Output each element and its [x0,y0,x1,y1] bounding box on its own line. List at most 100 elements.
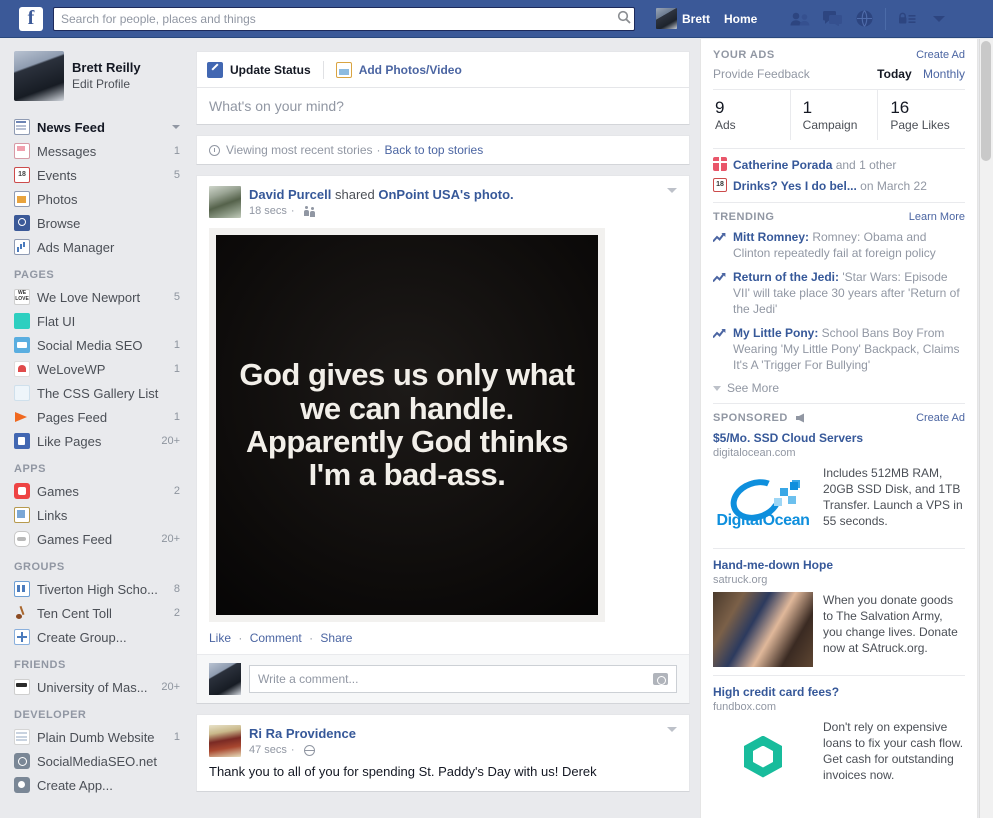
sponsored-ad-digitalocean[interactable]: $5/Mo. SSD Cloud Servers digitalocean.co… [713,430,965,540]
sidebar-item-games-feed[interactable]: Games Feed 20+ [0,527,190,551]
sidebar-item-photos[interactable]: Photos [0,187,190,211]
sidebar-profile[interactable]: Brett Reilly Edit Profile [0,51,190,101]
action-separator: · [309,631,314,645]
edit-profile-link[interactable]: Edit Profile [72,76,141,92]
sidebar-item-social-media-seo[interactable]: Social Media SEO 1 [0,333,190,357]
search-icon[interactable] [615,10,633,28]
period-today[interactable]: Today [877,67,911,81]
trending-topic[interactable]: Mitt Romney: [733,230,809,244]
messages-icon[interactable] [817,6,847,32]
sidebar-item-ads-manager[interactable]: Ads Manager [0,235,190,259]
notification-name[interactable]: Catherine Porada [733,158,832,172]
page-flat-ui-icon [14,313,30,329]
sidebar-item-welovewp[interactable]: WeLoveWP 1 [0,357,190,381]
scrollbar-thumb[interactable] [981,41,991,161]
post-timestamp[interactable]: 47 secs [249,744,287,756]
trending-topic[interactable]: Return of the Jedi: [733,270,839,284]
friends-audience-icon[interactable] [303,205,316,217]
sidebar-item-games[interactable]: Games 2 [0,479,190,503]
divider [713,675,965,676]
ad-title[interactable]: Hand-me-down Hope [713,557,965,573]
sidebar-item-create-app[interactable]: Create App... [0,773,190,797]
sidebar-item-create-group[interactable]: Create Group... [0,625,190,649]
account-menu-caret-icon[interactable] [924,6,954,32]
sidebar-item-css-gallery-list[interactable]: The CSS Gallery List [0,381,190,405]
ads-manager-icon [14,239,30,255]
sidebar-item-label: Links [37,507,68,523]
nav-home-link[interactable]: Home [717,6,764,32]
post-photo-container[interactable]: God gives us only what we can handle. Ap… [197,222,689,622]
sponsored-ad-salvation-army[interactable]: Hand-me-down Hope satruck.org When you d… [713,557,965,667]
ad-title[interactable]: $5/Mo. SSD Cloud Servers [713,430,965,446]
nav-profile-link[interactable]: Brett [649,6,717,32]
avatar[interactable] [209,725,241,757]
create-ad-link[interactable]: Create Ad [916,412,965,424]
sidebar-item-like-pages[interactable]: Like Pages 20+ [0,429,190,453]
action-separator: · [238,631,243,645]
chevron-down-icon[interactable] [172,125,180,129]
sidebar-item-tiverton-high-school[interactable]: Tiverton High Scho... 8 [0,577,190,601]
see-more-link[interactable]: See More [713,381,965,395]
avatar[interactable] [209,186,241,218]
post-options-caret-icon[interactable] [667,188,677,193]
sidebar-item-university-of-mass[interactable]: University of Mas... 20+ [0,675,190,699]
sidebar-item-socialmediaseo-net[interactable]: SocialMediaSEO.net [0,749,190,773]
salvation-army-photo[interactable] [713,592,813,667]
share-link[interactable]: Share [320,631,352,645]
ad-title[interactable]: High credit card fees? [713,684,965,700]
privacy-lock-glyph [899,12,916,24]
sidebar-item-we-love-newport[interactable]: WE LOVE We Love Newport 5 [0,285,190,309]
composer-input-area[interactable]: What's on your mind? [197,88,689,124]
learn-more-link[interactable]: Learn More [909,211,965,223]
post-target-link[interactable]: OnPoint USA's photo. [378,187,513,202]
trending-item[interactable]: Mitt Romney: Romney: Obama and Clinton r… [712,229,965,261]
post-photo[interactable]: God gives us only what we can handle. Ap… [209,228,605,622]
photos-icon [14,191,30,207]
public-globe-icon[interactable] [303,744,315,756]
notification-event[interactable]: 18 Drinks? Yes I do bel... on March 22 [713,178,965,194]
privacy-shortcuts-icon[interactable] [892,6,922,32]
tab-label: Update Status [230,62,311,77]
trending-item[interactable]: Return of the Jedi: 'Star Wars: Episode … [712,269,965,317]
sponsored-ad-fundbox[interactable]: High credit card fees? fundbox.com Don't… [713,684,965,794]
sponsored-info-icon[interactable] [795,413,807,423]
sidebar-item-messages[interactable]: Messages 1 [0,139,190,163]
tab-add-photos-video[interactable]: Add Photos/Video [335,52,462,88]
stat-page-likes[interactable]: 16 Page Likes [877,90,965,140]
create-ad-link[interactable]: Create Ad [916,49,965,61]
post-author-link[interactable]: David Purcell [249,187,331,202]
back-to-top-stories-link[interactable]: Back to top stories [385,143,484,157]
sidebar-item-browse[interactable]: Browse [0,211,190,235]
provide-feedback-link[interactable]: Provide Feedback [713,67,810,81]
sidebar-item-pages-feed[interactable]: Pages Feed 1 [0,405,190,429]
post-options-caret-icon[interactable] [667,727,677,732]
notifications-icon[interactable] [849,6,879,32]
post-author-link[interactable]: Ri Ra Providence [249,726,356,741]
digitalocean-logo[interactable]: DigitalOcean [713,465,813,540]
sidebar-item-count: 20+ [161,533,180,545]
top-navigation-bar: f Brett Home [0,0,993,38]
stat-campaign[interactable]: 1 Campaign [789,90,878,140]
friend-requests-icon[interactable] [785,6,815,32]
camera-icon[interactable] [653,673,668,685]
sidebar-item-ten-cent-toll[interactable]: Ten Cent Toll 2 [0,601,190,625]
sidebar-item-plain-dumb-website[interactable]: Plain Dumb Website 1 [0,725,190,749]
search-input[interactable] [53,6,635,31]
sidebar-item-events[interactable]: 18 Events 5 [0,163,190,187]
notification-birthday[interactable]: Catherine Porada and 1 other [713,157,965,173]
period-monthly[interactable]: Monthly [923,67,965,81]
comment-link[interactable]: Comment [250,631,302,645]
sidebar-item-flat-ui[interactable]: Flat UI [0,309,190,333]
notification-name[interactable]: Drinks? Yes I do bel... [733,179,857,193]
trending-topic[interactable]: My Little Pony: [733,326,818,340]
fundbox-hexagon-logo[interactable] [713,719,813,794]
like-link[interactable]: Like [209,631,231,645]
facebook-logo-icon[interactable]: f [19,6,43,31]
sidebar-item-news-feed[interactable]: News Feed [0,115,190,139]
tab-update-status[interactable]: Update Status [207,52,311,88]
sidebar-item-links[interactable]: Links [0,503,190,527]
post-timestamp[interactable]: 18 secs [249,205,287,217]
trending-item[interactable]: My Little Pony: School Bans Boy From Wea… [712,325,965,373]
stat-ads[interactable]: 9 Ads [713,90,790,140]
comment-input[interactable]: Write a comment... [249,665,677,693]
